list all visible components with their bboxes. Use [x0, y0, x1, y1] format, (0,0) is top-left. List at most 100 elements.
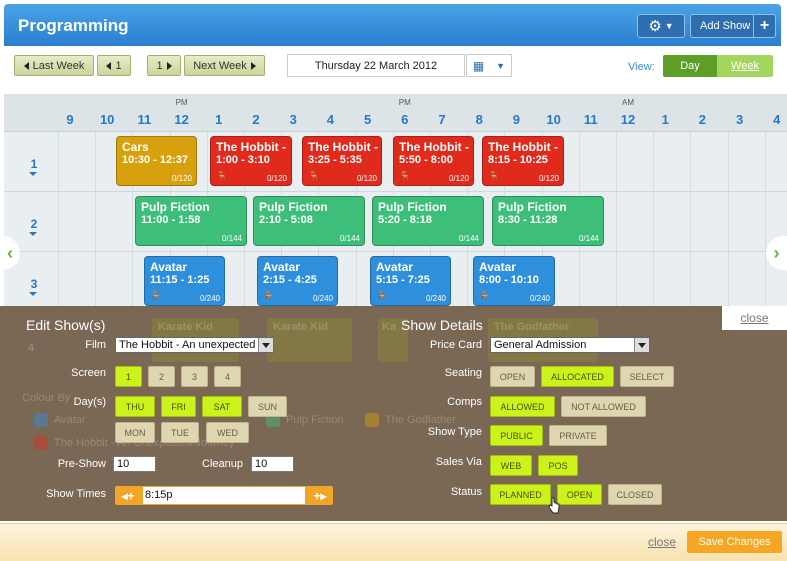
view-day-button[interactable]: Day [663, 55, 717, 77]
seating-option-select[interactable]: SELECT [620, 366, 674, 387]
date-field[interactable]: Thursday 22 March 2012 [287, 54, 465, 77]
film-select[interactable]: The Hobbit - An unexpected J [115, 337, 274, 353]
show-block[interactable]: Pulp Fiction 2:10 - 5:08 0/144 [253, 196, 365, 246]
show-block[interactable]: The Hobbit -5:50 - 8:00 0/120 🪑 [393, 136, 474, 186]
status-option-closed[interactable]: CLOSED [608, 484, 662, 505]
show-capacity: 0/120 [448, 174, 469, 183]
prev-page-button[interactable]: 1 [97, 55, 131, 76]
sales-via-option-pos[interactable]: POS [538, 455, 578, 476]
show-block[interactable]: Avatar 8:00 - 10:10 0/240 🪑 [473, 256, 555, 306]
day-option-fri[interactable]: FRI [161, 396, 196, 417]
show-time: 5:50 - 8:00 [399, 154, 453, 166]
footer-close-link[interactable]: close [648, 535, 676, 549]
chevron-down-icon[interactable] [29, 232, 37, 236]
show-block[interactable]: Cars 10:30 - 12:37 0/120 [116, 136, 197, 186]
day-option-mon[interactable]: MON [115, 422, 155, 443]
show-title: The Hobbit - [399, 140, 469, 154]
next-page-button[interactable]: 1 [147, 55, 181, 76]
show-title: Avatar [376, 260, 413, 274]
screen-number[interactable]: 2 [24, 217, 44, 231]
chevron-right-icon: › [773, 242, 780, 263]
show-time: 8:30 - 11:28 [498, 214, 558, 226]
sales-via-option-web[interactable]: WEB [490, 455, 532, 476]
status-label: Status [450, 486, 482, 498]
show-block[interactable]: The Hobbit -3:25 - 5:35 0/120 🪑 [302, 136, 382, 186]
day-option-thu[interactable]: THU [115, 396, 155, 417]
save-changes-button[interactable]: Save Changes [687, 531, 782, 553]
seating-option-open[interactable]: OPEN [490, 366, 535, 387]
showtime-field: ◂+ 8:15p +▸ [115, 486, 333, 505]
show-title: Pulp Fiction [498, 200, 567, 214]
day-option-sat[interactable]: SAT [202, 396, 242, 417]
day-option-sun[interactable]: SUN [248, 396, 287, 417]
show-type-option-private[interactable]: PRIVATE [549, 425, 607, 446]
add-show-button[interactable]: Add Show + [690, 14, 776, 38]
show-block[interactable]: The Hobbit -1:00 - 3:10 0/120 🪑 [210, 136, 292, 186]
status-option-planned[interactable]: PLANNED [490, 484, 551, 505]
comps-option-not-allowed[interactable]: NOT ALLOWED [561, 396, 646, 417]
price-card-select[interactable]: General Admission [490, 337, 650, 353]
cleanup-input[interactable]: 10 [251, 456, 294, 472]
seat-icon: 🪑 [376, 291, 388, 301]
plus-arrow-right-icon: +▸ [313, 488, 327, 503]
screen-option-4[interactable]: 4 [214, 366, 241, 387]
show-block[interactable]: The Hobbit -8:15 - 10:25 0/120 🪑 [482, 136, 564, 186]
show-time: 10:30 - 12:37 [122, 154, 189, 166]
showtime-add-button[interactable]: +▸ [307, 486, 333, 505]
hour-label: 12 [174, 112, 189, 127]
show-block[interactable]: Pulp Fiction 11:00 - 1:58 0/144 [135, 196, 247, 246]
show-block[interactable]: Pulp Fiction 8:30 - 11:28 0/144 [492, 196, 604, 246]
calendar-picker-button[interactable]: ▦ ▼ [466, 54, 512, 77]
show-block[interactable]: Pulp Fiction 5:20 - 8:18 0/144 [372, 196, 484, 246]
ghost-legend-swatch [34, 436, 48, 450]
next-week-button[interactable]: Next Week [184, 55, 265, 76]
hour-label: 2 [252, 112, 260, 127]
screen-option-1[interactable]: 1 [115, 366, 142, 387]
chevron-down-icon[interactable] [29, 172, 37, 176]
hour-label: 8 [475, 112, 483, 127]
show-capacity: 0/120 [171, 174, 192, 183]
ghost-legend-item: Avatar [54, 414, 86, 426]
screen-option-2[interactable]: 2 [148, 366, 175, 387]
hour-label: 12 [620, 112, 636, 127]
status-option-open[interactable]: OPEN [557, 484, 602, 505]
show-block[interactable]: Avatar 2:15 - 4:25 0/240 🪑 [257, 256, 338, 306]
last-week-button[interactable]: Last Week [14, 55, 94, 76]
view-week-button[interactable]: Week [717, 55, 773, 77]
screen-number[interactable]: 1 [24, 157, 44, 171]
settings-menu-button[interactable]: ⚙ ▼ [637, 14, 685, 38]
screen-number[interactable]: 3 [24, 277, 44, 291]
hour-label: 4 [773, 112, 781, 127]
show-block[interactable]: Avatar 5:15 - 7:25 0/240 🪑 [370, 256, 451, 306]
showtime-input[interactable]: 8:15p [143, 487, 305, 504]
ghost-show-title: Karate Kid [158, 321, 214, 333]
show-time: 2:15 - 4:25 [263, 274, 317, 286]
seat-icon: 🪑 [216, 171, 228, 181]
page-title: Programming [18, 16, 129, 35]
ghost-show-title: The Godfather [494, 321, 570, 333]
arrow-right-icon [166, 61, 172, 70]
show-capacity: 0/120 [266, 174, 287, 183]
show-title: The Hobbit - [308, 140, 378, 154]
hour-label: 3 [735, 112, 744, 127]
hour-label: 5 [363, 112, 372, 127]
screen-row: 3 Avatar 11:15 - 1:25 0/240 🪑 Avatar 2:15 - 4:… [4, 252, 787, 306]
show-type-option-public[interactable]: PUBLIC [490, 425, 543, 446]
day-option-wed[interactable]: WED [206, 422, 249, 443]
view-label: View: [628, 61, 655, 73]
showtime-prev-button[interactable]: ◂+ [115, 486, 141, 505]
seat-icon: 🪑 [263, 291, 275, 301]
close-panel-link[interactable]: close [722, 306, 787, 330]
screen-option-3[interactable]: 3 [181, 366, 208, 387]
preshow-input[interactable]: 10 [113, 456, 156, 472]
seating-option-allocated[interactable]: ALLOCATED [541, 366, 614, 387]
chevron-down-icon[interactable] [29, 292, 37, 296]
comps-option-allowed[interactable]: ALLOWED [490, 396, 555, 417]
chevron-down-icon: ▼ [496, 60, 506, 71]
hour-label: 11 [137, 112, 152, 127]
hour-label: 7 [438, 112, 446, 127]
day-option-tue[interactable]: TUE [161, 422, 199, 443]
show-block[interactable]: Avatar 11:15 - 1:25 0/240 🪑 [144, 256, 225, 306]
last-week-label: Last Week [32, 59, 85, 72]
show-title: Avatar [150, 260, 187, 274]
